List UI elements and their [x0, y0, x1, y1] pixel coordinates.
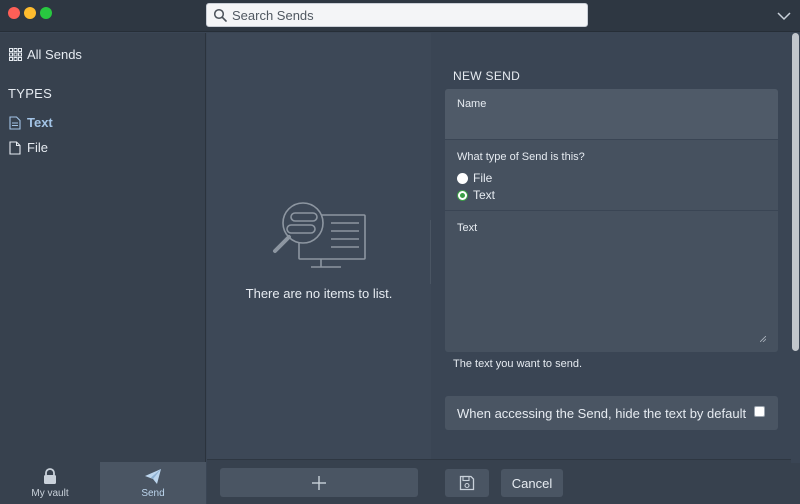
- search-input[interactable]: [232, 7, 572, 23]
- hide-text-checkbox[interactable]: [754, 406, 765, 417]
- form-footer: Cancel: [431, 459, 800, 504]
- zoom-window-button[interactable]: [40, 7, 52, 19]
- nav-send-label: Send: [141, 487, 165, 499]
- send-form-pane: NEW SEND Name What type of Send is this?…: [431, 33, 800, 504]
- close-window-button[interactable]: [8, 7, 20, 19]
- send-form-card: Name What type of Send is this? File Tex…: [445, 89, 778, 352]
- sidebar-item-label: File: [27, 140, 48, 155]
- text-field-group: Text: [445, 212, 778, 352]
- radio-text-dot[interactable]: [457, 189, 468, 201]
- grid-icon: [8, 48, 22, 62]
- file-icon: [8, 140, 22, 155]
- hide-text-label: When accessing the Send, hide the text b…: [457, 405, 747, 421]
- name-label: Name: [457, 98, 487, 110]
- sidebar-item-file[interactable]: File: [8, 140, 48, 155]
- sidebar-item-text[interactable]: Text: [8, 115, 53, 130]
- nav-my-vault-label: My vault: [31, 487, 69, 499]
- sends-list: There are no items to list.: [207, 33, 431, 504]
- radio-file-label: File: [473, 171, 493, 185]
- text-label: Text: [457, 222, 478, 234]
- cancel-button[interactable]: Cancel: [501, 469, 563, 497]
- name-input[interactable]: [457, 113, 767, 135]
- radio-file[interactable]: File: [457, 171, 492, 185]
- text-help: The text you want to send.: [453, 358, 583, 370]
- paper-plane-icon: [145, 468, 161, 484]
- scrollbar-thumb[interactable]: [792, 33, 799, 351]
- minimize-window-button[interactable]: [24, 7, 36, 19]
- floppy-disk-icon: [459, 475, 475, 491]
- name-field-group: Name: [445, 89, 778, 140]
- sidebar: All Sends TYPES Text File: [0, 33, 206, 504]
- empty-search-illustration-icon: [273, 202, 366, 268]
- sidebar-item-label: Text: [27, 115, 53, 130]
- search-box[interactable]: [206, 3, 588, 27]
- radio-file-dot[interactable]: [457, 172, 468, 184]
- nav-my-vault[interactable]: My vault: [0, 462, 100, 504]
- lock-icon: [44, 467, 56, 484]
- chevron-down-icon[interactable]: [776, 8, 792, 24]
- sidebar-item-label: All Sends: [27, 47, 82, 62]
- text-doc-icon: [8, 115, 22, 130]
- plus-icon: [312, 475, 326, 490]
- add-send-button[interactable]: [220, 468, 418, 497]
- send-type-group: What type of Send is this? File Text: [445, 141, 778, 211]
- radio-text[interactable]: Text: [457, 188, 495, 202]
- hide-text-option[interactable]: When accessing the Send, hide the text b…: [445, 396, 778, 430]
- form-scrollbar[interactable]: [791, 33, 800, 463]
- resize-grip-icon[interactable]: [760, 336, 766, 342]
- form-heading: NEW SEND: [453, 69, 521, 83]
- empty-list-message: There are no items to list.: [245, 286, 393, 301]
- send-type-question: What type of Send is this?: [457, 151, 585, 163]
- nav-send[interactable]: Send: [100, 462, 206, 504]
- list-footer: [207, 459, 431, 504]
- text-textarea[interactable]: [457, 238, 767, 343]
- save-button[interactable]: [445, 469, 489, 497]
- radio-text-label: Text: [473, 188, 496, 202]
- types-heading: TYPES: [8, 86, 53, 101]
- search-icon: [213, 8, 227, 22]
- bottom-nav: My vault Send: [0, 462, 206, 504]
- title-bar: [0, 0, 800, 32]
- sidebar-item-all-sends[interactable]: All Sends: [8, 47, 82, 62]
